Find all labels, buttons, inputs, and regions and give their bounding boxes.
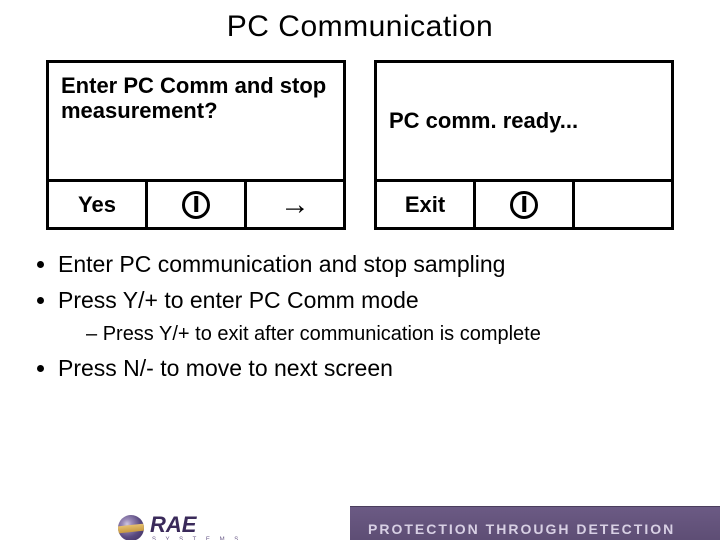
softkey-label: Exit (405, 192, 445, 218)
sub-bullet-list: Press Y/+ to exit after communication is… (58, 320, 690, 348)
softkey-next[interactable]: → (244, 182, 343, 227)
bullet-item: Press N/- to move to next screen (58, 352, 690, 384)
footer-tagline-bar: PROTECTION THROUGH DETECTION (350, 506, 720, 540)
footer-bar: RAE S Y S T E M S PROTECTION THROUGH DET… (0, 506, 720, 540)
softkey-row: Exit (377, 179, 671, 227)
screen-prompt-area: Enter PC Comm and stop measurement? (49, 63, 343, 179)
device-screens-row: Enter PC Comm and stop measurement? Yes … (40, 60, 680, 230)
footer-logo-area: RAE S Y S T E M S (0, 506, 350, 540)
arrow-right-icon: → (280, 190, 310, 220)
bullet-text: Press Y/+ to enter PC Comm mode (58, 287, 419, 313)
power-icon (182, 191, 210, 219)
screen-prompt-area: PC comm. ready... (377, 63, 671, 179)
softkey-power[interactable] (473, 182, 572, 227)
screen-prompt-text: PC comm. ready... (389, 108, 578, 133)
softkey-blank (572, 182, 671, 227)
bullet-item: Enter PC communication and stop sampling (58, 248, 690, 280)
softkey-yes[interactable]: Yes (49, 182, 145, 227)
device-screen-right: PC comm. ready... Exit (374, 60, 674, 230)
logo-text: RAE S Y S T E M S (150, 514, 242, 540)
softkey-label: Yes (78, 192, 116, 218)
slide: PC Communication Enter PC Comm and stop … (0, 10, 720, 540)
screen-prompt-text: Enter PC Comm and stop measurement? (61, 73, 331, 124)
softkey-exit[interactable]: Exit (377, 182, 473, 227)
brand-logo: RAE S Y S T E M S (118, 514, 242, 540)
bullet-list: Enter PC communication and stop sampling… (30, 248, 720, 385)
softkey-power[interactable] (145, 182, 244, 227)
slide-title: PC Communication (0, 10, 720, 44)
sub-bullet-item: Press Y/+ to exit after communication is… (86, 320, 690, 348)
device-screen-left: Enter PC Comm and stop measurement? Yes … (46, 60, 346, 230)
footer-tagline: PROTECTION THROUGH DETECTION (368, 521, 675, 537)
logo-orb-icon (118, 515, 144, 540)
logo-brand-sub: S Y S T E M S (152, 537, 242, 540)
softkey-row: Yes → (49, 179, 343, 227)
logo-brand-name: RAE (150, 514, 242, 536)
bullet-item: Press Y/+ to enter PC Comm mode Press Y/… (58, 284, 690, 348)
power-icon (510, 191, 538, 219)
